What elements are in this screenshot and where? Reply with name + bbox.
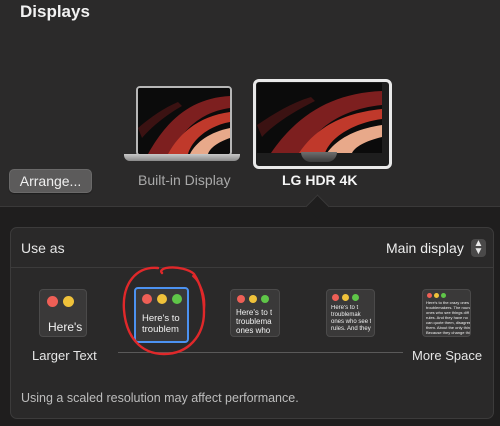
resolution-slider-track[interactable] xyxy=(118,352,403,353)
arrange-button[interactable]: Arrange... xyxy=(9,169,92,193)
use-as-label: Use as xyxy=(21,240,65,256)
monitor-stand xyxy=(301,152,337,162)
minimize-dot-icon xyxy=(157,294,167,304)
preview-text: Here's to troublem xyxy=(142,313,180,335)
zoom-dot-icon xyxy=(261,295,269,303)
chevron-updown-icon[interactable]: ▲ ▼ xyxy=(471,239,486,257)
built-in-display-label[interactable]: Built-in Display xyxy=(138,172,231,188)
preview-text: Here's to the crazy ones troublemakers. … xyxy=(426,300,471,335)
resolution-option-more-space[interactable]: Here's to the crazy ones troublemakers. … xyxy=(422,289,471,337)
close-dot-icon xyxy=(427,293,432,298)
monitor-wallpaper xyxy=(257,83,382,153)
resolution-option-2[interactable]: Here's to troublem xyxy=(134,287,189,343)
built-in-display-thumbnail[interactable] xyxy=(124,86,240,164)
close-dot-icon xyxy=(332,294,339,301)
preview-text: Here's to t troublema ones who xyxy=(236,308,273,335)
performance-note: Using a scaled resolution may affect per… xyxy=(21,391,299,405)
preview-text: Here's xyxy=(48,320,83,334)
minimize-dot-icon xyxy=(249,295,257,303)
use-as-popup[interactable]: Main display xyxy=(386,240,464,256)
more-space-label: More Space xyxy=(412,348,483,363)
resolution-option-larger-text[interactable]: Here's xyxy=(39,289,87,337)
resolution-option-4[interactable]: Here's to t troublemak ones who see t ru… xyxy=(326,289,375,337)
minimize-dot-icon xyxy=(63,296,74,307)
close-dot-icon xyxy=(47,296,58,307)
minimize-dot-icon xyxy=(434,293,439,298)
close-dot-icon xyxy=(237,295,245,303)
resolution-option-3[interactable]: Here's to t troublema ones who xyxy=(230,289,280,337)
window-title: Displays xyxy=(20,2,90,21)
zoom-dot-icon xyxy=(172,294,182,304)
minimize-dot-icon xyxy=(342,294,349,301)
laptop-base xyxy=(124,154,240,161)
close-dot-icon xyxy=(142,294,152,304)
lg-display-label[interactable]: LG HDR 4K xyxy=(282,172,357,188)
divider xyxy=(10,267,494,268)
preview-text: Here's to t troublemak ones who see t ru… xyxy=(331,305,372,332)
zoom-dot-icon xyxy=(441,293,446,298)
larger-text-label: Larger Text xyxy=(32,348,97,363)
zoom-dot-icon xyxy=(352,294,359,301)
laptop-wallpaper xyxy=(136,86,232,156)
